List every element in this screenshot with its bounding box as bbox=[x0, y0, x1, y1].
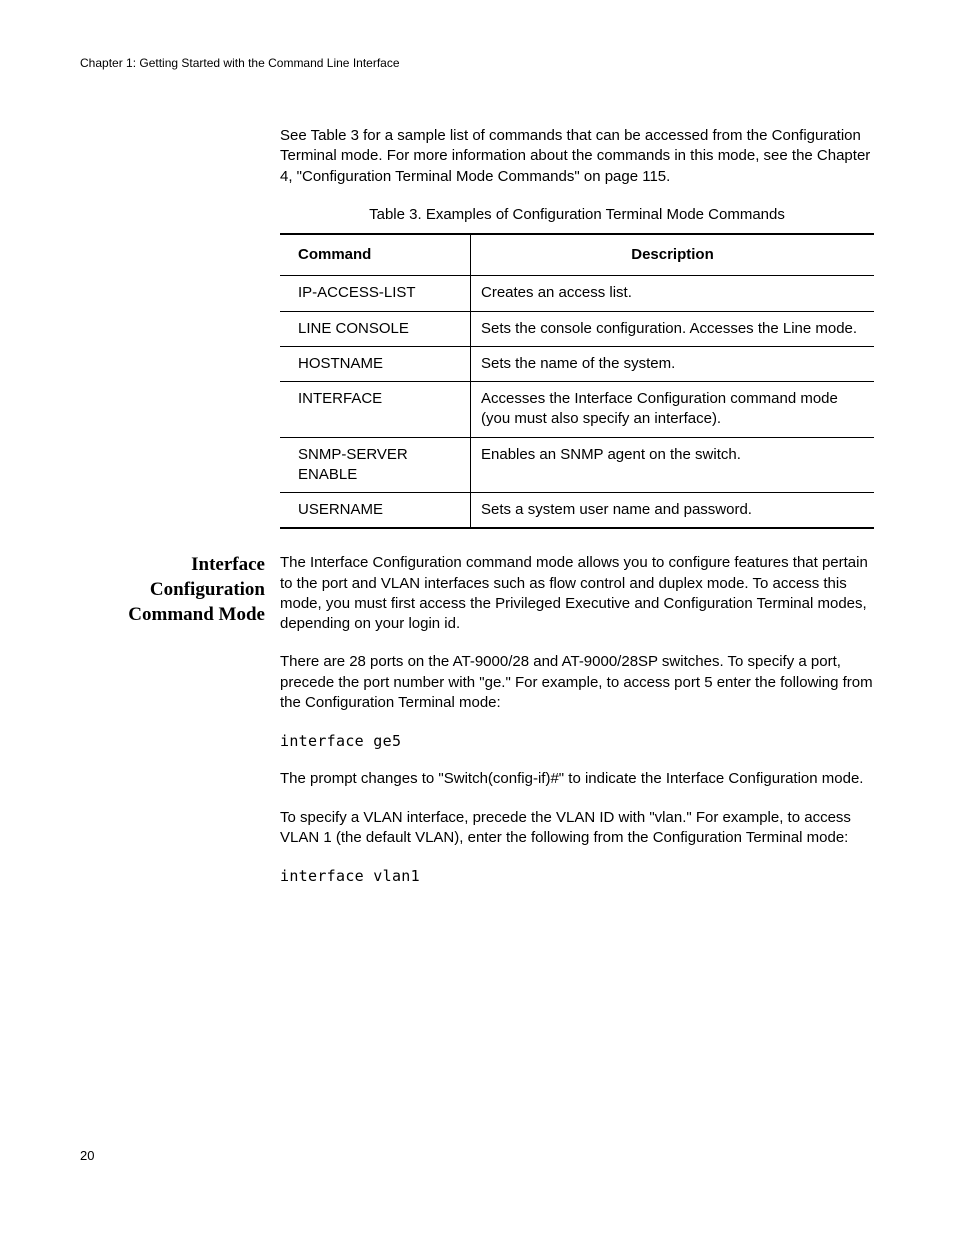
table-header-command: Command bbox=[280, 234, 471, 276]
cell-description: Accesses the Interface Configuration com… bbox=[471, 382, 875, 438]
cell-command: INTERFACE bbox=[280, 382, 471, 438]
cell-command: USERNAME bbox=[280, 493, 471, 529]
section-body: The Interface Configuration command mode… bbox=[280, 553, 874, 904]
page-number: 20 bbox=[80, 1147, 94, 1165]
section-block: Interface Configuration Command Mode The… bbox=[80, 553, 874, 904]
code-line: interface vlan1 bbox=[280, 866, 874, 886]
table-header-row: Command Description bbox=[280, 234, 874, 276]
chapter-header: Chapter 1: Getting Started with the Comm… bbox=[80, 55, 874, 71]
section-heading: Interface Configuration Command Mode bbox=[80, 553, 265, 627]
cell-command: HOSTNAME bbox=[280, 346, 471, 381]
cell-command: SNMP-SERVER ENABLE bbox=[280, 437, 471, 493]
left-margin bbox=[80, 126, 280, 553]
paragraph: There are 28 ports on the AT-9000/28 and… bbox=[280, 652, 874, 713]
table-header-description: Description bbox=[471, 234, 875, 276]
table-caption: Table 3. Examples of Configuration Termi… bbox=[280, 205, 874, 225]
table-row: USERNAME Sets a system user name and pas… bbox=[280, 493, 874, 529]
document-page: Chapter 1: Getting Started with the Comm… bbox=[0, 0, 954, 1235]
cell-description: Creates an access list. bbox=[471, 276, 875, 311]
table-row: SNMP-SERVER ENABLE Enables an SNMP agent… bbox=[280, 437, 874, 493]
table-row: HOSTNAME Sets the name of the system. bbox=[280, 346, 874, 381]
cell-description: Sets the console configuration. Accesses… bbox=[471, 311, 875, 346]
commands-table: Command Description IP-ACCESS-LIST Creat… bbox=[280, 233, 874, 529]
left-margin: Interface Configuration Command Mode bbox=[80, 553, 280, 904]
cell-description: Enables an SNMP agent on the switch. bbox=[471, 437, 875, 493]
table-row: INTERFACE Accesses the Interface Configu… bbox=[280, 382, 874, 438]
main-column: See Table 3 for a sample list of command… bbox=[280, 126, 874, 553]
table-row: LINE CONSOLE Sets the console configurat… bbox=[280, 311, 874, 346]
intro-paragraph: See Table 3 for a sample list of command… bbox=[280, 126, 874, 187]
table-row: IP-ACCESS-LIST Creates an access list. bbox=[280, 276, 874, 311]
cell-description: Sets a system user name and password. bbox=[471, 493, 875, 529]
cell-command: IP-ACCESS-LIST bbox=[280, 276, 471, 311]
paragraph: To specify a VLAN interface, precede the… bbox=[280, 808, 874, 849]
code-line: interface ge5 bbox=[280, 731, 874, 751]
cell-command: LINE CONSOLE bbox=[280, 311, 471, 346]
cell-description: Sets the name of the system. bbox=[471, 346, 875, 381]
paragraph: The prompt changes to "Switch(config-if)… bbox=[280, 769, 874, 789]
content-area: See Table 3 for a sample list of command… bbox=[80, 126, 874, 553]
paragraph: The Interface Configuration command mode… bbox=[280, 553, 874, 634]
